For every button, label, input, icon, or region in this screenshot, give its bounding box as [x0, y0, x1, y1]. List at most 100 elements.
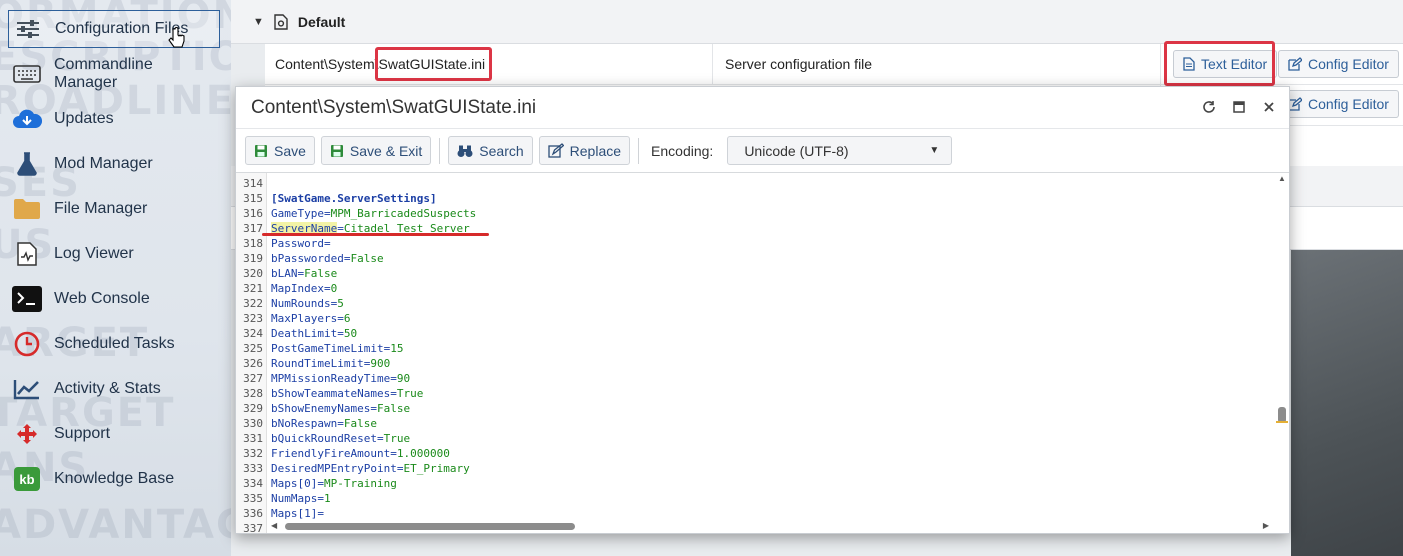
- ini-key: RoundTimeLimit: [271, 357, 364, 370]
- save-button[interactable]: Save: [245, 136, 315, 165]
- scroll-left-arrow-icon[interactable]: ◀: [271, 521, 277, 530]
- line-number: 317: [243, 222, 263, 235]
- line-number: 333: [243, 462, 263, 475]
- horizontal-scroll-thumb[interactable]: [285, 523, 575, 530]
- sidebar-item-knowledge-base[interactable]: kb Knowledge Base: [8, 460, 220, 498]
- dropdown-caret-icon: ▼: [929, 145, 940, 156]
- code-line[interactable]: bShowEnemyNames=False: [271, 401, 410, 416]
- line-number: 331: [243, 432, 263, 445]
- code-line[interactable]: [SwatGame.ServerSettings]: [271, 191, 437, 206]
- sidebar-item-web-console[interactable]: Web Console: [8, 280, 220, 318]
- code-line[interactable]: MaxPlayers=6: [271, 311, 350, 326]
- line-number: 327: [243, 372, 263, 385]
- sidebar-item-support[interactable]: Support: [8, 415, 220, 453]
- ini-key: bNoRespawn: [271, 417, 338, 430]
- sidebar-item-label: Updates: [54, 110, 114, 127]
- code-line[interactable]: GameType=MPM_BarricadedSuspects: [271, 206, 476, 221]
- horizontal-scrollbar[interactable]: ◀ ▶: [267, 519, 1289, 533]
- line-number: 337: [243, 522, 263, 533]
- code-line[interactable]: bNoRespawn=False: [271, 416, 377, 431]
- sidebar-item-mod-manager[interactable]: Mod Manager: [8, 145, 220, 183]
- ini-key: bQuickRoundReset: [271, 432, 377, 445]
- code-line[interactable]: RoundTimeLimit=900: [271, 356, 390, 371]
- line-number: 325: [243, 342, 263, 355]
- line-number: 322: [243, 297, 263, 310]
- editor-title-bar: Content\System\SwatGUIState.ini: [236, 87, 1289, 129]
- code-editor[interactable]: ▲ ◀ ▶ 314 315 [SwatGame.ServerSettings] 316…: [236, 173, 1289, 533]
- sidebar-item-file-manager[interactable]: File Manager: [8, 190, 220, 228]
- annotation-box-filename: [375, 47, 492, 81]
- encoding-select[interactable]: Unicode (UTF-8) ▼: [727, 136, 953, 165]
- line-number: 330: [243, 417, 263, 430]
- line-number: 320: [243, 267, 263, 280]
- code-line[interactable]: bShowTeammateNames=True: [271, 386, 423, 401]
- code-line[interactable]: Maps[0]=MP-Training: [271, 476, 397, 491]
- ini-section-header: [SwatGame.ServerSettings]: [271, 192, 437, 205]
- edit-icon: [1288, 97, 1302, 111]
- ini-key: FriendlyFireAmount: [271, 447, 391, 460]
- config-editor-button[interactable]: Config Editor: [1278, 50, 1399, 78]
- code-line[interactable]: bQuickRoundReset=True: [271, 431, 410, 446]
- file-path-prefix: Content\System\: [275, 56, 379, 72]
- maximize-icon[interactable]: [1231, 99, 1247, 115]
- refresh-icon[interactable]: [1201, 99, 1217, 115]
- sidebar-item-configuration-files[interactable]: Configuration Files: [8, 10, 220, 48]
- sidebar-item-updates[interactable]: Updates: [8, 100, 220, 138]
- ini-equals: =: [317, 507, 324, 520]
- ini-key: bPassworded: [271, 252, 344, 265]
- code-line[interactable]: NumMaps=1: [271, 491, 331, 506]
- sidebar-item-label: File Manager: [54, 200, 148, 217]
- clock-icon: [12, 331, 42, 357]
- search-button[interactable]: Search: [448, 136, 533, 165]
- replace-button[interactable]: Replace: [538, 136, 631, 165]
- vertical-scrollbar[interactable]: ▲: [1275, 173, 1289, 519]
- code-line[interactable]: MapIndex=0: [271, 281, 337, 296]
- ini-key: DesiredMPEntryPoint: [271, 462, 397, 475]
- cloud-download-icon: [12, 106, 42, 132]
- ini-value: False: [343, 417, 377, 430]
- sidebar-item-log-viewer[interactable]: Log Viewer: [8, 235, 220, 273]
- editor-title: Content\System\SwatGUIState.ini: [251, 96, 537, 118]
- ini-equals: =: [337, 327, 344, 340]
- replace-icon: [548, 142, 564, 158]
- close-icon[interactable]: [1261, 99, 1277, 115]
- ini-key: bShowEnemyNames: [271, 402, 371, 415]
- search-label: Search: [479, 142, 524, 159]
- code-line[interactable]: DesiredMPEntryPoint=ET_Primary: [271, 461, 470, 476]
- collapse-triangle-icon[interactable]: ▼: [253, 16, 264, 28]
- code-line[interactable]: PostGameTimeLimit=15: [271, 341, 403, 356]
- config-file-icon: [274, 13, 288, 30]
- sidebar-item-commandline-manager[interactable]: Commandline Manager: [8, 55, 220, 93]
- sidebar-item-label: Commandline Manager: [54, 56, 153, 91]
- group-header-default[interactable]: ▼ Default: [231, 0, 1403, 44]
- sidebar-item-scheduled-tasks[interactable]: Scheduled Tasks: [8, 325, 220, 363]
- scroll-up-arrow-icon[interactable]: ▲: [1278, 174, 1286, 183]
- code-line[interactable]: NumRounds=5: [271, 296, 344, 311]
- ini-equals: =: [390, 447, 397, 460]
- ini-equals: =: [337, 312, 344, 325]
- ini-equals: =: [337, 417, 344, 430]
- ini-value: 1.000000: [396, 447, 450, 460]
- line-number: 326: [243, 357, 263, 370]
- code-line[interactable]: MPMissionReadyTime=90: [271, 371, 410, 386]
- code-line[interactable]: Maps[1]=: [271, 506, 324, 521]
- replace-label: Replace: [569, 142, 622, 159]
- sidebar-item-activity-stats[interactable]: Activity & Stats: [8, 370, 220, 408]
- save-exit-button[interactable]: Save & Exit: [320, 136, 432, 165]
- ini-equals: =: [323, 282, 331, 295]
- svg-text:kb: kb: [19, 472, 34, 487]
- code-line[interactable]: bPassworded=False: [271, 251, 384, 266]
- ini-value: True: [383, 432, 411, 445]
- code-line[interactable]: FriendlyFireAmount=1.000000: [271, 446, 450, 461]
- toolbar-divider: [638, 137, 640, 164]
- code-line[interactable]: Password=: [271, 236, 331, 251]
- code-line[interactable]: bLAN=False: [271, 266, 337, 281]
- code-line[interactable]: DeathLimit=50: [271, 326, 357, 341]
- file-description: Server configuration file: [725, 56, 873, 72]
- ini-equals: =: [323, 207, 331, 220]
- scroll-right-arrow-icon[interactable]: ▶: [1263, 521, 1269, 530]
- ini-value: 900: [370, 357, 391, 370]
- ini-key: bShowTeammateNames: [271, 387, 391, 400]
- line-number: 329: [243, 402, 263, 415]
- config-editor-button-2[interactable]: Config Editor: [1278, 90, 1399, 118]
